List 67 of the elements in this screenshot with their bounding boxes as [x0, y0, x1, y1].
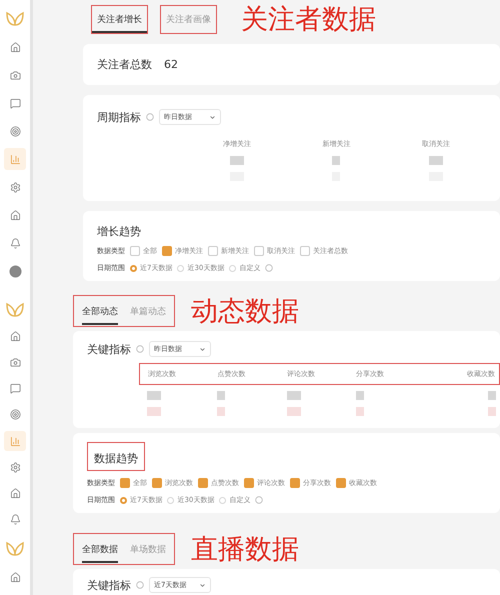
section-title: 关键指标 [87, 578, 131, 592]
radio-button[interactable] [130, 264, 137, 272]
checkbox[interactable] [152, 478, 162, 488]
chevron-icon [209, 114, 216, 120]
bell-icon[interactable] [10, 238, 20, 248]
help-icon[interactable] [136, 581, 144, 589]
mosaic-block [429, 156, 444, 165]
section-title: 数据趋势 [94, 452, 138, 465]
logo-icon [5, 541, 25, 557]
mosaic-block [286, 407, 301, 416]
checkbox[interactable] [198, 478, 208, 488]
radio-button[interactable] [120, 496, 127, 504]
radio-button[interactable] [229, 264, 236, 272]
mosaic-block [147, 407, 161, 416]
stat-value: 62 [164, 58, 178, 71]
help-icon[interactable] [255, 496, 264, 504]
camera-icon[interactable] [10, 70, 20, 80]
checkbox[interactable] [254, 246, 264, 256]
home-icon[interactable] [10, 42, 20, 52]
section-title: 周期指标 [97, 110, 141, 124]
checkbox[interactable] [244, 478, 254, 488]
radio-button[interactable] [177, 264, 184, 272]
sidebar-item[interactable] [4, 148, 26, 170]
stat-label: 关注者总数 [97, 57, 152, 72]
checkbox[interactable] [120, 478, 130, 488]
checkbox[interactable] [336, 478, 346, 488]
message-icon[interactable] [10, 383, 20, 394]
checkbox[interactable] [208, 246, 218, 256]
bar-chart-icon[interactable] [10, 436, 20, 447]
home-icon[interactable] [10, 330, 20, 342]
chevron-icon [199, 582, 206, 588]
annotation-title: 关注者数据 [241, 3, 376, 37]
settings-icon[interactable] [10, 182, 20, 192]
tab[interactable]: 全部动态 [82, 297, 118, 325]
checkbox[interactable] [290, 478, 300, 488]
checkbox[interactable] [162, 246, 172, 256]
target-icon[interactable] [10, 126, 20, 136]
message-icon[interactable] [10, 98, 20, 108]
home-icon[interactable] [10, 572, 20, 582]
checkbox[interactable] [130, 246, 140, 256]
target-icon[interactable] [10, 409, 20, 420]
tab[interactable]: 关注者增长 [91, 4, 148, 34]
mosaic-block [147, 391, 161, 400]
annotation-title: 动态数据 [191, 295, 299, 329]
annotation-title: 直播数据 [191, 533, 299, 567]
help-icon[interactable] [265, 264, 274, 272]
mosaic-block [230, 156, 244, 165]
section-title: 关键指标 [87, 342, 131, 356]
avatar-icon[interactable] [8, 264, 22, 278]
radio-button[interactable] [219, 496, 226, 504]
logo-icon [5, 11, 25, 27]
tab[interactable]: 全部数据 [82, 535, 118, 563]
bell-icon[interactable] [10, 514, 20, 526]
house-icon[interactable] [10, 488, 20, 500]
settings-icon[interactable] [10, 462, 20, 473]
help-icon[interactable] [146, 113, 154, 121]
section-title: 增长趋势 [97, 225, 141, 238]
mosaic-block [286, 391, 301, 400]
sidebar-item[interactable] [4, 431, 26, 452]
radio-button[interactable] [167, 496, 174, 504]
logo-icon [5, 302, 25, 318]
checkbox[interactable] [300, 246, 310, 256]
chevron-icon [199, 346, 206, 352]
camera-icon[interactable] [10, 357, 20, 368]
help-icon[interactable] [136, 345, 144, 353]
house-icon[interactable] [10, 210, 20, 220]
bar-chart-icon[interactable] [10, 154, 20, 164]
